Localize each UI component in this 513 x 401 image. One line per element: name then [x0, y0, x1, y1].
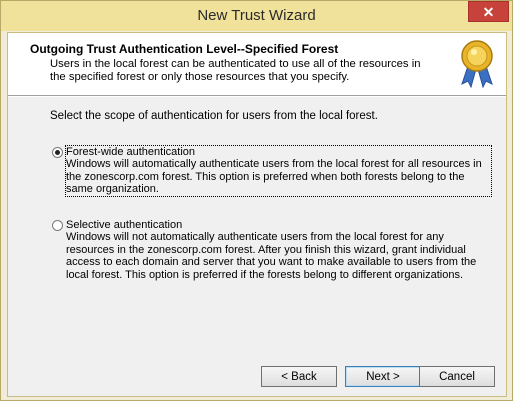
wizard-window: New Trust Wizard ✕ Outgoing Trust Authen… [0, 0, 513, 401]
certificate-ribbon-icon [461, 40, 493, 89]
next-button[interactable]: Next > [345, 366, 421, 387]
cancel-button[interactable]: Cancel [419, 366, 495, 387]
option-selective-body: Selective authentication Windows will no… [66, 219, 491, 281]
wizard-header: Outgoing Trust Authentication Level--Spe… [8, 33, 506, 96]
option-forest-wide-body: Forest-wide authentication Windows will … [65, 145, 492, 197]
page-description: Users in the local forest can be authent… [50, 58, 421, 83]
wizard-panel: Outgoing Trust Authentication Level--Spe… [7, 32, 507, 397]
scope-prompt: Select the scope of authentication for u… [50, 110, 378, 122]
close-button[interactable]: ✕ [468, 1, 509, 22]
back-button[interactable]: < Back [261, 366, 337, 387]
radio-forest-wide[interactable] [52, 147, 63, 158]
option-forest-wide-description: Windows will automatically authenticate … [66, 158, 482, 196]
title-bar[interactable]: New Trust Wizard ✕ [1, 1, 512, 31]
option-selective-label: Selective authentication [66, 219, 183, 231]
header-divider [8, 96, 506, 97]
option-forest-wide-label: Forest-wide authentication [66, 146, 196, 158]
page-title: Outgoing Trust Authentication Level--Spe… [30, 42, 339, 56]
close-icon: ✕ [482, 3, 495, 20]
radio-selective[interactable] [52, 220, 63, 231]
option-selective-description: Windows will not automatically authentic… [66, 231, 477, 281]
window-title: New Trust Wizard [197, 7, 316, 24]
